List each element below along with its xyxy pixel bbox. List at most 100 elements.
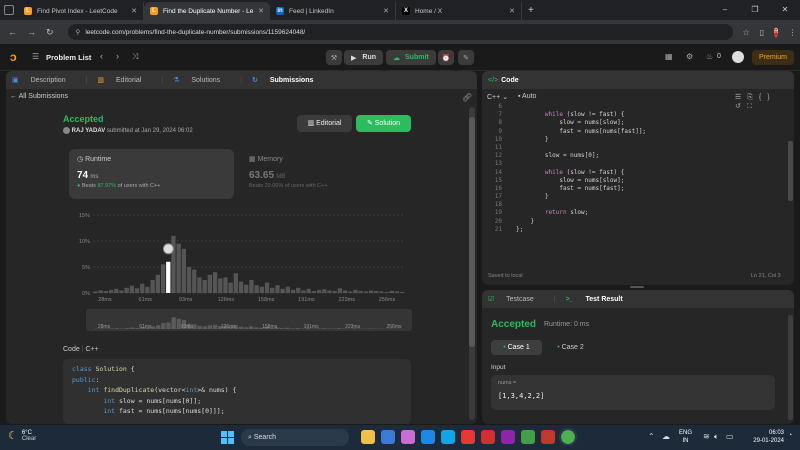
premium-button[interactable]: Premium: [752, 50, 794, 65]
url-input[interactable]: ⚲ leetcode.com/problems/find-the-duplica…: [67, 24, 733, 40]
runtime-card[interactable]: ◷ Runtime 74 ms ● Beats 87.97% of users …: [69, 149, 234, 199]
weather-widget[interactable]: ☾ 6°C Clear: [8, 429, 36, 443]
back-icon[interactable]: ←: [8, 27, 17, 37]
tab-solutions[interactable]: ⚗ Solutions: [173, 76, 230, 84]
tab-editorial[interactable]: ▥ Editorial: [97, 76, 151, 84]
chart-bar[interactable]: [134, 288, 140, 293]
maximize-icon[interactable]: ❐: [740, 0, 770, 20]
chart-bar[interactable]: [160, 264, 166, 293]
chart-bar[interactable]: [186, 267, 192, 293]
chart-bar[interactable]: [290, 289, 296, 293]
browser-tab-1[interactable]: L Find Pivot Index - LeetCode ✕: [18, 2, 144, 20]
chart-bar[interactable]: [114, 288, 119, 293]
chart-bar[interactable]: [197, 277, 202, 293]
chart-bar[interactable]: [311, 290, 316, 293]
chart-bar[interactable]: [150, 280, 155, 293]
left-scrollbar-thumb[interactable]: [469, 117, 475, 347]
chart-bar[interactable]: [254, 285, 259, 293]
battery-icon[interactable]: ▭: [726, 432, 734, 441]
tab-testcase[interactable]: ☑ Testcase: [488, 295, 544, 303]
clock[interactable]: 06:03 29-01-2024: [742, 430, 784, 445]
app-icon-e[interactable]: [541, 430, 555, 444]
chart-bar[interactable]: [353, 289, 358, 293]
store-icon[interactable]: [381, 430, 395, 444]
chart-bar[interactable]: [389, 290, 394, 293]
panel-resize-handle[interactable]: [630, 286, 644, 288]
case-1-tab[interactable]: • Case 1: [491, 340, 542, 355]
chart-bar[interactable]: [129, 285, 134, 293]
next-problem-icon[interactable]: ›: [116, 51, 119, 61]
solution-button[interactable]: ✎ Solution: [356, 115, 411, 132]
chart-bar[interactable]: [155, 274, 160, 293]
wifi-icon[interactable]: ≋: [703, 432, 710, 441]
editorial-button[interactable]: ▥ Editorial: [297, 115, 352, 132]
tab-submissions[interactable]: ↻ Submissions: [252, 76, 323, 84]
new-tab-button[interactable]: +: [528, 2, 534, 20]
site-info-icon[interactable]: ⚲: [76, 28, 81, 36]
chart-bar[interactable]: [108, 289, 114, 293]
chart-bar[interactable]: [207, 274, 212, 293]
menu-icon[interactable]: ⋮: [788, 28, 796, 37]
chart-bar[interactable]: [119, 290, 124, 293]
chart-bar[interactable]: [103, 290, 108, 293]
problem-list-link[interactable]: Problem List: [46, 53, 91, 62]
chart-bar[interactable]: [322, 289, 327, 293]
chart-bar[interactable]: [400, 291, 405, 293]
submitted-code-block[interactable]: class Solution {public: int findDuplicat…: [63, 359, 411, 424]
chrome-icon[interactable]: [559, 428, 577, 446]
chart-bar[interactable]: [264, 282, 270, 293]
chart-bar[interactable]: [259, 286, 264, 293]
chart-bar[interactable]: [296, 287, 301, 293]
code-editor[interactable]: 67 while (slow != fast) {8 slow = nums[s…: [482, 103, 782, 234]
volume-icon[interactable]: 🔈︎: [714, 432, 719, 442]
chart-bar[interactable]: [363, 291, 368, 293]
chart-bar[interactable]: [275, 285, 280, 293]
chart-bar[interactable]: [171, 235, 176, 293]
case-2-tab[interactable]: • Case 2: [548, 340, 593, 355]
tab-close-icon[interactable]: ✕: [258, 7, 264, 15]
chart-bar[interactable]: [358, 290, 363, 293]
streak-fire-icon[interactable]: ♨: [706, 52, 713, 61]
chart-bar[interactable]: [140, 283, 145, 293]
chart-bar[interactable]: [316, 289, 322, 293]
editor-scrollbar[interactable]: [788, 141, 793, 201]
language-selector[interactable]: C++ ⌄: [487, 93, 508, 101]
chart-bar[interactable]: [342, 290, 348, 293]
teams-icon[interactable]: [401, 430, 415, 444]
browser-tab-3[interactable]: in Feed | LinkedIn ✕: [270, 2, 396, 20]
user-avatar[interactable]: [732, 51, 744, 63]
all-submissions-link[interactable]: ← All Submissions: [10, 93, 68, 100]
submit-button[interactable]: ☁ Submit: [386, 50, 436, 65]
debug-button[interactable]: ⚒: [326, 50, 342, 65]
tab-close-icon[interactable]: ✕: [509, 7, 515, 15]
alarm-button[interactable]: ⏰: [438, 50, 454, 65]
chart-bar[interactable]: [218, 278, 223, 293]
tab-close-icon[interactable]: ✕: [131, 7, 137, 15]
layout-icon[interactable]: ▦: [665, 52, 673, 61]
chart-bar[interactable]: [270, 287, 275, 293]
tab-close-icon[interactable]: ✕: [383, 7, 389, 15]
chart-bar[interactable]: [249, 280, 254, 293]
tab-test-result[interactable]: >_ Test Result: [566, 296, 633, 303]
chart-bar[interactable]: [368, 290, 374, 293]
auto-mode[interactable]: ▪ Auto: [518, 93, 536, 100]
chart-bar[interactable]: [124, 287, 129, 293]
share-link-icon[interactable]: 🔗︎: [462, 93, 472, 102]
memory-card[interactable]: ▦ Memory 63.65 MB Beats 29.06% of users …: [241, 149, 406, 199]
forward-icon[interactable]: →: [27, 27, 36, 37]
submitter-name[interactable]: RAJ YADAV: [72, 128, 106, 134]
chart-bar[interactable]: [384, 291, 389, 293]
chart-bar[interactable]: [223, 277, 228, 293]
tab-actions-icon[interactable]: [4, 5, 14, 15]
browser-tab-4[interactable]: X Home / X ✕: [396, 2, 522, 20]
notes-button[interactable]: ✎: [458, 50, 474, 65]
notification-icon[interactable]: ◔: [788, 432, 792, 439]
app-icon-d[interactable]: [521, 430, 535, 444]
chart-bar[interactable]: [394, 291, 400, 293]
settings-gear-icon[interactable]: ⚙: [686, 52, 693, 61]
chart-bar[interactable]: [301, 290, 306, 293]
tab-description[interactable]: ▣ Description: [12, 76, 76, 84]
input-box[interactable]: nums = [1,3,4,2,2]: [491, 375, 775, 410]
chart-bar[interactable]: [93, 291, 98, 293]
run-button[interactable]: ▶ Run: [344, 50, 383, 65]
